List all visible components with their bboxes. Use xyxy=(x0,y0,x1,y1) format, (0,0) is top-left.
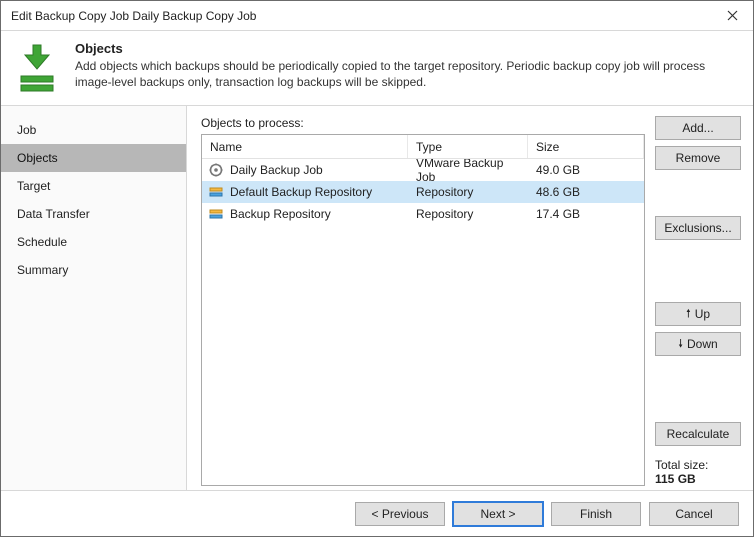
button-label: Next > xyxy=(480,507,515,521)
sidebar-item-label: Target xyxy=(17,179,50,193)
cell-type: VMware Backup Job xyxy=(408,159,528,184)
cell-type: Repository xyxy=(408,207,528,221)
banner-text: Objects Add objects which backups should… xyxy=(75,41,737,93)
banner-icon xyxy=(15,43,59,93)
cancel-button[interactable]: Cancel xyxy=(649,502,739,526)
spacer xyxy=(655,362,741,416)
cell-size: 17.4 GB xyxy=(528,207,644,221)
button-label: Add... xyxy=(682,121,713,135)
list-header: Name Type Size xyxy=(202,135,644,159)
footer: < Previous Next > Finish Cancel xyxy=(1,490,753,536)
up-button[interactable]: 🠕 Up xyxy=(655,302,741,326)
finish-button[interactable]: Finish xyxy=(551,502,641,526)
sidebar-item-label: Schedule xyxy=(17,235,67,249)
disk-bars-icon xyxy=(19,75,55,93)
cell-size: 48.6 GB xyxy=(528,185,644,199)
sidebar-item-label: Job xyxy=(17,123,36,137)
list-rows: Daily Backup Job VMware Backup Job 49.0 … xyxy=(202,159,644,485)
center-column: Objects to process: Name Type Size xyxy=(201,116,645,486)
sidebar-item-data-transfer[interactable]: Data Transfer xyxy=(1,200,186,228)
title-bar: Edit Backup Copy Job Daily Backup Copy J… xyxy=(1,1,753,31)
column-header-name[interactable]: Name xyxy=(202,135,408,158)
body: Job Objects Target Data Transfer Schedul… xyxy=(1,106,753,490)
sidebar-item-target[interactable]: Target xyxy=(1,172,186,200)
sidebar-item-label: Objects xyxy=(17,151,58,165)
objects-list: Name Type Size Daily Backup Job xyxy=(201,134,645,486)
sidebar-item-label: Summary xyxy=(17,263,68,277)
exclusions-button[interactable]: Exclusions... xyxy=(655,216,741,240)
column-header-size[interactable]: Size xyxy=(528,135,644,158)
cell-name: Default Backup Repository xyxy=(230,185,372,199)
cell-name: Daily Backup Job xyxy=(230,163,323,177)
section-label: Objects to process: xyxy=(201,116,645,130)
add-button[interactable]: Add... xyxy=(655,116,741,140)
button-label: < Previous xyxy=(371,507,428,521)
sidebar-item-label: Data Transfer xyxy=(17,207,90,221)
button-label: Exclusions... xyxy=(664,221,731,235)
main: Objects to process: Name Type Size xyxy=(187,106,753,490)
close-icon xyxy=(727,10,738,21)
sidebar-item-objects[interactable]: Objects xyxy=(1,144,186,172)
arrow-up-icon: 🠕 xyxy=(686,309,691,320)
spacer xyxy=(655,246,741,296)
button-label: Finish xyxy=(580,507,612,521)
sidebar-item-job[interactable]: Job xyxy=(1,116,186,144)
down-button[interactable]: 🠗 Down xyxy=(655,332,741,356)
window-title: Edit Backup Copy Job Daily Backup Copy J… xyxy=(11,9,711,23)
button-label: Down xyxy=(687,337,718,351)
recalculate-button[interactable]: Recalculate xyxy=(655,422,741,446)
repo-icon xyxy=(208,206,224,222)
arrow-down-icon: 🠗 xyxy=(678,339,683,350)
remove-button[interactable]: Remove xyxy=(655,146,741,170)
button-label: Remove xyxy=(676,151,721,165)
total-size-label: Total size: xyxy=(655,458,741,472)
total-size-value: 115 GB xyxy=(655,472,741,486)
button-label: Up xyxy=(695,307,710,321)
banner-title: Objects xyxy=(75,41,737,56)
dialog-window: Edit Backup Copy Job Daily Backup Copy J… xyxy=(0,0,754,537)
cell-type: Repository xyxy=(408,185,528,199)
sidebar-item-schedule[interactable]: Schedule xyxy=(1,228,186,256)
cell-name: Backup Repository xyxy=(230,207,331,221)
button-rail: Add... Remove Exclusions... 🠕 Up 🠗 Down Re… xyxy=(655,116,741,486)
table-row[interactable]: Default Backup Repository Repository 48.… xyxy=(202,181,644,203)
table-row[interactable]: Backup Repository Repository 17.4 GB xyxy=(202,203,644,225)
next-button[interactable]: Next > xyxy=(453,502,543,526)
close-button[interactable] xyxy=(711,1,753,31)
total-size: Total size: 115 GB xyxy=(655,458,741,486)
button-label: Cancel xyxy=(675,507,712,521)
spacer xyxy=(655,176,741,210)
gear-icon xyxy=(208,162,224,178)
previous-button[interactable]: < Previous xyxy=(355,502,445,526)
column-header-type[interactable]: Type xyxy=(408,135,528,158)
banner: Objects Add objects which backups should… xyxy=(1,31,753,106)
banner-description: Add objects which backups should be peri… xyxy=(75,58,737,90)
cell-size: 49.0 GB xyxy=(528,163,644,177)
button-label: Recalculate xyxy=(667,427,730,441)
sidebar: Job Objects Target Data Transfer Schedul… xyxy=(1,106,187,490)
repo-default-icon xyxy=(208,184,224,200)
sidebar-item-summary[interactable]: Summary xyxy=(1,256,186,284)
download-arrow-icon xyxy=(19,43,55,71)
table-row[interactable]: Daily Backup Job VMware Backup Job 49.0 … xyxy=(202,159,644,181)
